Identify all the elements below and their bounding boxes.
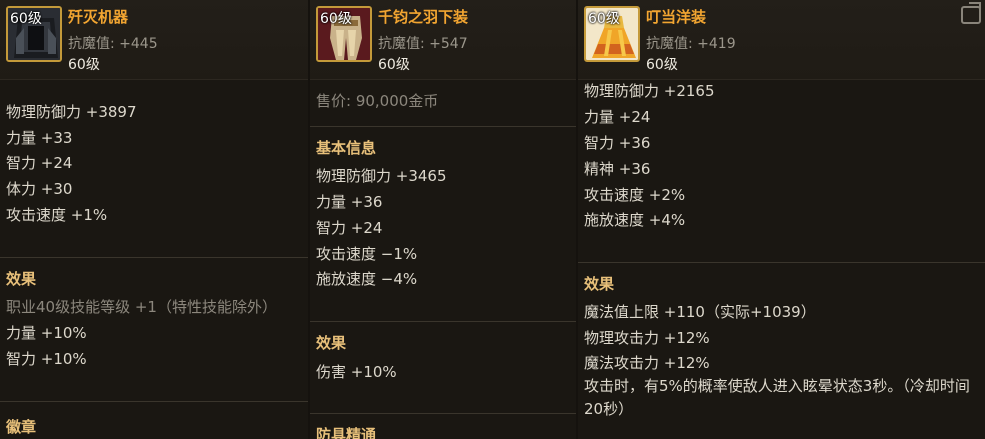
section-title-armor-mastery: 防具精通 [316,426,377,439]
tooltip-header: 60级 歼灭机器 抗魔值: +445 60级 [0,0,308,80]
section-title-effect: 效果 [6,270,37,288]
section-title-effect: 效果 [316,334,347,352]
divider [310,321,576,322]
stat-line-partial: 物理防御力 +2165 [584,82,715,100]
tooltip-header: 60级 千钧之羽下装 抗魔值: +547 60级 [310,0,576,80]
level-badge: 60级 [10,11,42,27]
stat-line: 体力 +30 [6,180,73,198]
divider [310,413,576,414]
effect-line: 魔法攻击力 +12% [584,354,710,372]
stat-line: 力量 +33 [6,129,73,147]
divider [578,262,985,263]
effect-line: 力量 +10% [6,324,87,342]
stat-line: 智力 +24 [6,154,73,172]
magic-resist: 抗魔值: +547 [378,36,468,52]
stat-line: 智力 +36 [584,134,651,152]
divider [0,257,308,258]
open-external-icon[interactable] [961,6,981,24]
stat-line: 攻击速度 +1% [6,206,108,224]
stat-line: 智力 +24 [316,219,383,237]
section-title-effect: 效果 [584,275,615,293]
effect-line: 伤害 +10% [316,363,397,381]
stat-line: 施放速度 +4% [584,211,686,229]
item-name: 千钧之羽下装 [378,8,469,26]
item-name: 歼灭机器 [68,8,129,26]
armor-icon[interactable]: 60级 [6,6,62,62]
item-tooltip-feather-pants: 60级 千钧之羽下装 抗魔值: +547 60级 售价: 90,000金币 基本… [310,0,576,439]
stat-line: 攻击速度 −1% [316,245,418,263]
magic-resist: 抗魔值: +419 [646,36,736,52]
stat-line: 物理防御力 +3897 [6,103,137,121]
dress-icon[interactable]: 60级 [584,6,640,62]
divider [310,126,576,127]
stat-line: 精神 +36 [584,160,651,178]
level-badge: 60级 [588,11,620,27]
stat-line: 施放速度 −4% [316,270,418,288]
stat-line: 物理防御力 +3465 [316,167,447,185]
item-tooltip-annihilation-machine: 60级 歼灭机器 抗魔值: +445 60级 物理防御力 +3897 力量 +3… [0,0,308,439]
sell-price: 售价: 90,000金币 [316,92,439,110]
effect-line: 物理攻击力 +12% [584,329,710,347]
item-level: 60级 [378,57,410,73]
item-tooltip-jingle-dress: 物理防御力 +2165 60级 叮当洋装 抗魔值: +419 60级 力量 +2… [578,0,985,439]
item-name: 叮当洋装 [646,8,707,26]
stat-line: 力量 +36 [316,193,383,211]
effect-line: 魔法值上限 +110（实际+1039） [584,303,816,321]
section-title-badge: 徽章 [6,418,37,436]
tooltip-header: 60级 叮当洋装 抗魔值: +419 60级 [578,0,985,80]
section-title-basic-info: 基本信息 [316,139,377,157]
item-level: 60级 [68,57,100,73]
magic-resist: 抗魔值: +445 [68,36,158,52]
level-badge: 60级 [320,11,352,27]
effect-line: 智力 +10% [6,350,87,368]
effect-note: 职业40级技能等级 +1（特性技能除外） [6,298,277,316]
item-level: 60级 [646,57,678,73]
effect-line-long: 攻击时，有5%的概率使敌人进入眩晕状态3秒。（冷却时间20秒） [584,377,970,418]
stat-line: 攻击速度 +2% [584,186,686,204]
divider [0,401,308,402]
stat-line: 力量 +24 [584,108,651,126]
pants-icon[interactable]: 60级 [316,6,372,62]
